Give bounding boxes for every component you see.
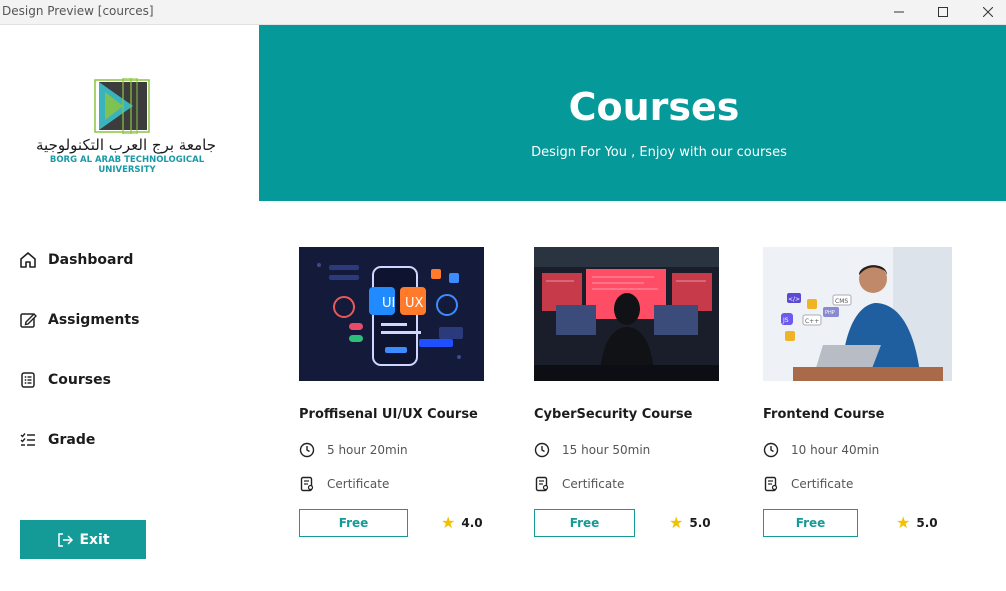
ux-label: UX bbox=[405, 296, 424, 311]
rating-value: 5.0 bbox=[916, 516, 938, 530]
home-icon bbox=[18, 250, 38, 270]
course-title: Frontend Course bbox=[763, 407, 885, 422]
university-emblem-icon bbox=[94, 78, 150, 134]
sidebar-item-label: Assigments bbox=[48, 312, 140, 328]
cpp-label: C++ bbox=[805, 318, 819, 325]
free-button[interactable]: Free bbox=[534, 509, 635, 537]
title-bar: Design Preview [cources] bbox=[0, 0, 1006, 25]
course-image-frontend: </> CMS JS C++ PHP bbox=[763, 247, 952, 381]
close-button[interactable] bbox=[965, 0, 1006, 24]
ui-label: UI bbox=[382, 296, 395, 311]
university-name-english: BORG AL ARAB TECHNOLOGICAL UNIVERSITY bbox=[49, 155, 205, 175]
clock-icon bbox=[763, 442, 779, 458]
courses-icon bbox=[18, 370, 38, 390]
maximize-icon bbox=[938, 7, 948, 17]
sidebar-item-courses[interactable]: Courses bbox=[18, 366, 218, 394]
header-banner: Courses Design For You , Enjoy with our … bbox=[259, 25, 1006, 201]
certificate-icon bbox=[763, 476, 779, 492]
minimize-icon bbox=[894, 11, 904, 13]
duration-text: 15 hour 50min bbox=[562, 443, 651, 457]
course-duration: 10 hour 40min bbox=[763, 442, 879, 458]
course-rating: ★ 5.0 bbox=[669, 515, 711, 531]
certificate-icon bbox=[299, 476, 315, 492]
course-title: CyberSecurity Course bbox=[534, 407, 693, 422]
star-icon: ★ bbox=[896, 513, 911, 532]
course-title: Proffisenal UI/UX Course bbox=[299, 407, 478, 422]
certificate-text: Certificate bbox=[327, 477, 390, 491]
close-icon bbox=[983, 7, 993, 17]
minimize-button[interactable] bbox=[876, 0, 922, 24]
duration-text: 10 hour 40min bbox=[791, 443, 880, 457]
sidebar-item-label: Dashboard bbox=[48, 252, 134, 268]
course-image-ui-ux: UI UX bbox=[299, 247, 484, 381]
sidebar-item-grade[interactable]: Grade bbox=[18, 426, 218, 454]
app-window: Design Preview [cources] جامعة برج العرب… bbox=[0, 0, 1006, 591]
maximize-button[interactable] bbox=[920, 0, 966, 24]
star-icon: ★ bbox=[441, 513, 456, 532]
php-label: PHP bbox=[825, 310, 835, 316]
course-certificate: Certificate bbox=[299, 476, 389, 492]
certificate-text: Certificate bbox=[791, 477, 854, 491]
cms-label: CMS bbox=[835, 298, 848, 305]
clock-icon bbox=[534, 442, 550, 458]
certificate-text: Certificate bbox=[562, 477, 625, 491]
rating-value: 4.0 bbox=[461, 516, 483, 530]
star-icon: ★ bbox=[669, 513, 684, 532]
course-certificate: Certificate bbox=[534, 476, 624, 492]
free-button[interactable]: Free bbox=[763, 509, 858, 537]
page-title: Courses bbox=[568, 85, 740, 129]
js-label: JS bbox=[782, 317, 789, 324]
course-rating: ★ 5.0 bbox=[896, 515, 938, 531]
edit-icon bbox=[18, 310, 38, 330]
course-image-cybersecurity bbox=[534, 247, 719, 381]
page-subtitle: Design For You , Enjoy with our courses bbox=[531, 145, 787, 160]
free-button[interactable]: Free bbox=[299, 509, 408, 537]
duration-text: 5 hour 20min bbox=[327, 443, 408, 457]
certificate-icon bbox=[534, 476, 550, 492]
window-title: Design Preview [cources] bbox=[2, 4, 154, 18]
course-certificate: Certificate bbox=[763, 476, 853, 492]
university-logo: جامعة برج العرب التكنولوجية BORG AL ARAB… bbox=[20, 78, 232, 175]
rating-value: 5.0 bbox=[689, 516, 711, 530]
course-rating: ★ 4.0 bbox=[441, 515, 483, 531]
sidebar-item-label: Courses bbox=[48, 372, 111, 388]
grade-list-icon bbox=[18, 430, 38, 450]
course-duration: 5 hour 20min bbox=[299, 442, 408, 458]
university-name-arabic: جامعة برج العرب التكنولوجية bbox=[36, 136, 216, 154]
exit-button[interactable]: Exit bbox=[20, 520, 146, 559]
exit-icon bbox=[58, 532, 74, 547]
sidebar-item-dashboard[interactable]: Dashboard bbox=[18, 246, 218, 274]
clock-icon bbox=[299, 442, 315, 458]
course-duration: 15 hour 50min bbox=[534, 442, 650, 458]
code-tag-label: </> bbox=[788, 296, 800, 303]
exit-label: Exit bbox=[79, 531, 110, 548]
sidebar-item-assigments[interactable]: Assigments bbox=[18, 306, 218, 334]
sidebar-item-label: Grade bbox=[48, 432, 96, 448]
